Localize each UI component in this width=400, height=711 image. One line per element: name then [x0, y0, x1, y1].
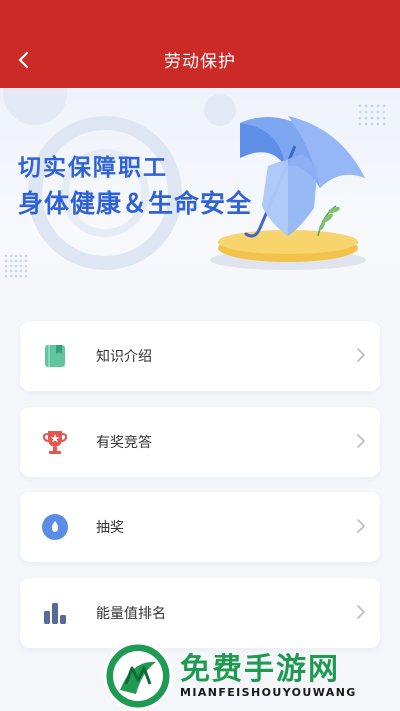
menu-item-knowledge[interactable]: 知识介绍 — [20, 321, 380, 391]
menu-item-label: 知识介绍 — [96, 349, 152, 365]
menu-item-label: 能量值排名 — [96, 605, 166, 622]
menu-item-energy-ranking[interactable]: 能量值排名 — [20, 577, 380, 648]
menu-item-quiz[interactable]: 有奖竞答 — [20, 406, 380, 477]
chevron-right-icon — [357, 519, 365, 533]
watermark-logo — [103, 641, 173, 711]
site-watermark: 免费手游网 MIANFEISHOUYOUWANG — [100, 640, 400, 711]
menu-item-label: 有奖竞答 — [96, 434, 152, 451]
back-button[interactable] — [10, 46, 38, 74]
banner-headline: 切实保障职工 — [18, 155, 168, 181]
lottery-icon — [42, 514, 68, 540]
umbrella-shield-illustration — [204, 94, 386, 270]
banner: 切实保障职工 身体健康＆生命安全 — [0, 88, 400, 293]
chevron-right-icon — [357, 433, 365, 448]
menu-item-label: 抽奖 — [96, 520, 124, 536]
feature-menu: 知识介绍 有奖竞答 抽奖 能量值排名 — [20, 321, 380, 663]
book-icon — [45, 345, 65, 367]
ranking-bars-icon — [44, 602, 66, 624]
menu-item-lottery[interactable]: 抽奖 — [20, 492, 380, 562]
watermark-title: 免费手游网 — [180, 652, 340, 687]
chevron-left-icon — [18, 51, 29, 69]
top-app-bar: 劳动保护 — [0, 0, 400, 88]
chevron-right-icon — [357, 348, 365, 362]
page-title: 劳动保护 — [164, 52, 236, 72]
trophy-icon — [42, 430, 68, 454]
chevron-right-icon — [357, 604, 365, 619]
watermark-subtitle: MIANFEISHOUYOUWANG — [180, 686, 357, 699]
